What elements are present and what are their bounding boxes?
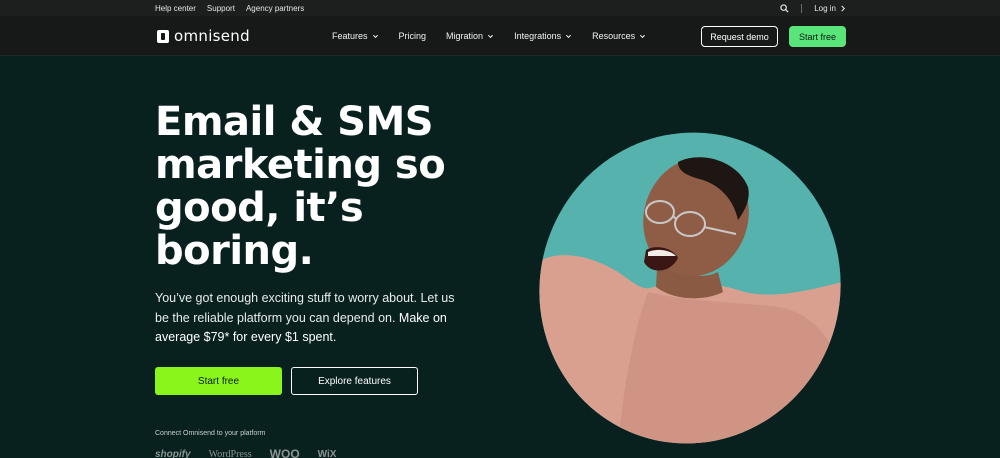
search-icon[interactable] [780, 3, 789, 13]
wordpress-logo[interactable]: WordPress [209, 449, 252, 458]
nav-label-migration: Migration [446, 31, 484, 41]
hero-title: Email & SMS marketing so good, it’s bori… [155, 101, 485, 273]
logo-mark-icon [157, 29, 169, 43]
nav-links: Features Pricing Migration Integrations … [332, 16, 646, 56]
omnisend-logo[interactable]: omnisend [157, 27, 250, 45]
utility-right: Log in [780, 0, 846, 16]
nav-label-integrations: Integrations [514, 31, 562, 41]
utility-links: Help center Support Agency partners [155, 0, 304, 16]
platform-label: Connect Omnisend to your platform [155, 430, 266, 437]
logo-text: omnisend [174, 27, 250, 45]
hero-person-image [538, 132, 842, 445]
hero-title-line: boring. [155, 228, 314, 274]
hero-subtitle: You’ve got enough exciting stuff to worr… [155, 289, 460, 348]
wix-logo[interactable]: WiX [318, 449, 337, 458]
nav-label-pricing: Pricing [398, 31, 427, 41]
chevron-down-icon [640, 34, 646, 38]
agency-partners-link[interactable]: Agency partners [246, 4, 304, 13]
support-link[interactable]: Support [207, 4, 235, 13]
nav-item-pricing[interactable]: Pricing [399, 31, 427, 41]
nav-label-features: Features [332, 31, 368, 41]
login-link[interactable]: Log in [814, 4, 846, 13]
platform-logos: shopify WordPress WOO WiX [155, 447, 336, 458]
woo-logo[interactable]: WOO [270, 447, 300, 458]
nav-label-resources: Resources [592, 31, 636, 41]
login-label: Log in [814, 3, 836, 13]
chevron-right-icon [841, 5, 846, 11]
chevron-down-icon [372, 34, 378, 38]
nav-item-integrations[interactable]: Integrations [514, 31, 572, 41]
chevron-down-icon [566, 34, 572, 38]
explore-features-button[interactable]: Explore features [291, 367, 418, 395]
hero-title-line: Email & SMS [155, 99, 434, 145]
start-free-nav-button[interactable]: Start free [789, 26, 846, 47]
hero-title-line: marketing so [155, 142, 446, 188]
hero-title-line: good, it’s [155, 185, 364, 231]
utility-divider [801, 3, 803, 13]
request-demo-button[interactable]: Request demo [701, 26, 778, 47]
nav-item-migration[interactable]: Migration [446, 31, 494, 41]
nav-item-resources[interactable]: Resources [592, 31, 646, 41]
chevron-down-icon [488, 34, 494, 38]
main-nav: omnisend Features Pricing Migration Inte… [0, 16, 1000, 56]
shopify-logo[interactable]: shopify [155, 449, 191, 458]
utility-bar: Help center Support Agency partners Log … [0, 0, 1000, 16]
help-center-link[interactable]: Help center [155, 4, 196, 13]
nav-item-features[interactable]: Features [332, 31, 379, 41]
start-free-hero-button[interactable]: Start free [155, 367, 282, 395]
